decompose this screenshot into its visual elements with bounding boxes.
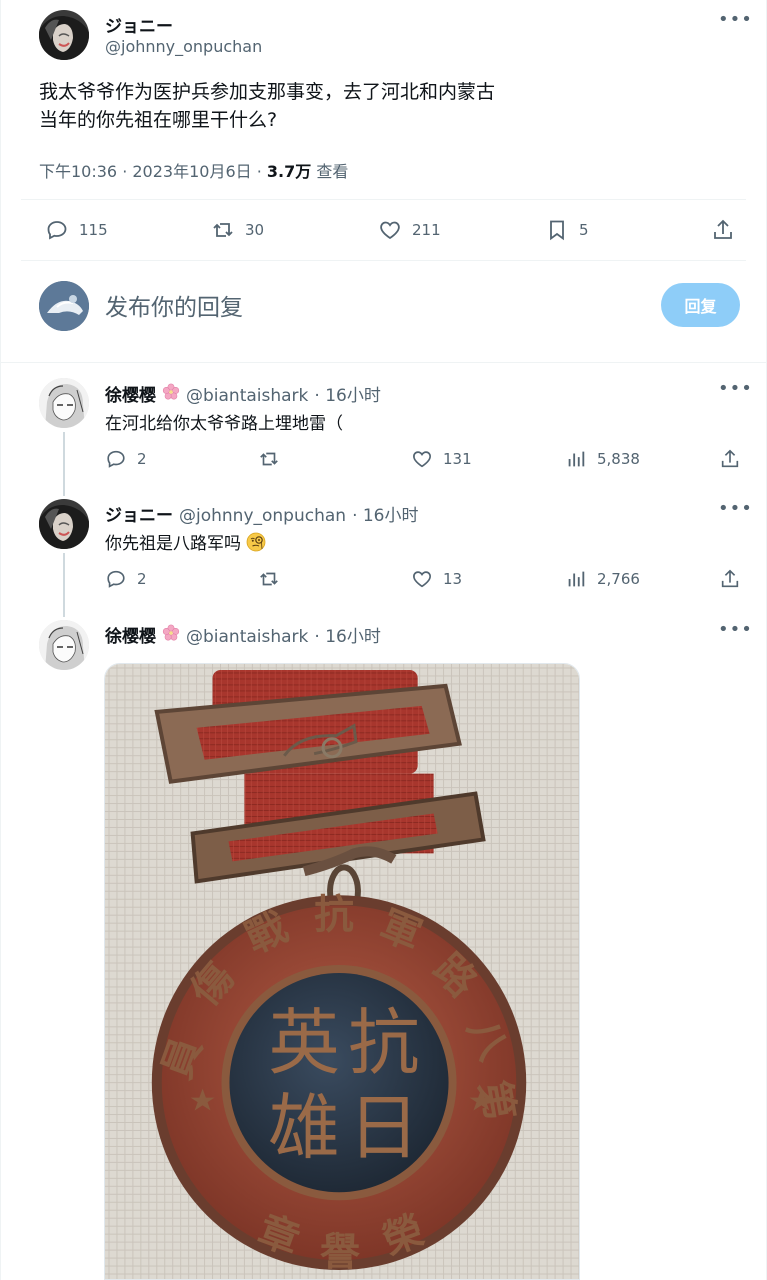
reply-text: 在河北给你太爷爷路上埋地雷（: [105, 414, 343, 434]
bookmark-icon: [550, 220, 564, 241]
reply-avatar[interactable]: [39, 499, 89, 549]
share-icon: [714, 219, 732, 239]
reply-button[interactable]: 回复: [661, 283, 740, 327]
cherry-blossom-icon: [162, 624, 180, 641]
like-count: 131: [443, 450, 472, 468]
heart-icon: [413, 451, 431, 468]
reply-text: 你先祖是八路军吗: [105, 529, 266, 554]
tweet-text-line-1: 我太爷爷作为医护兵参加支那事变，去了河北和内蒙古: [39, 81, 496, 103]
reply-time[interactable]: · 16小时: [352, 501, 418, 526]
reply-count: 2: [137, 450, 147, 468]
reply-media-image[interactable]: 員 傷 戰 抗 軍 路 八 第 章 譽 榮 英 抗 雄 日: [104, 663, 580, 1280]
medal-center-char: 日: [348, 1085, 420, 1169]
reply-avatar[interactable]: [39, 378, 89, 428]
divider: [1, 362, 766, 363]
reply-author-name[interactable]: 徐樱樱: [105, 622, 156, 647]
views-count: 2,766: [597, 570, 640, 588]
heart-icon: [413, 571, 431, 588]
views-count: 5,838: [597, 450, 640, 468]
reply-header: ジョニー @johnny_onpuchan · 16小时: [105, 501, 419, 526]
reply-author-handle[interactable]: @biantaishark: [186, 627, 308, 647]
reply-text-content: 你先祖是八路军吗: [105, 534, 241, 554]
reply-author-name[interactable]: 徐樱樱: [105, 381, 156, 406]
medal-top-char: 抗: [314, 892, 354, 938]
reply-action[interactable]: 2: [105, 448, 147, 470]
medal-center-char: 雄: [268, 1085, 340, 1169]
share-icon: [721, 569, 739, 588]
more-horizontal-icon[interactable]: •••: [718, 500, 752, 523]
like-count: 211: [412, 221, 441, 239]
reply-input[interactable]: 发布你的回复: [105, 288, 243, 322]
more-horizontal-icon[interactable]: •••: [718, 11, 752, 34]
tweet-text-line-2: 当年的你先祖在哪里干什么?: [39, 109, 278, 131]
heart-icon: [380, 221, 400, 240]
reply-count: 2: [137, 570, 147, 588]
retweet-count: 30: [245, 221, 265, 239]
share-action[interactable]: [719, 568, 741, 590]
reply-header: 徐樱樱 @biantaishark · 16小时: [105, 622, 381, 647]
retweet-action[interactable]: 30: [211, 218, 264, 242]
tweet-timestamp[interactable]: 下午10:36 · 2023年10月6日 ·: [39, 162, 267, 181]
cherry-blossom-icon: [162, 383, 180, 400]
reply-author-handle[interactable]: @biantaishark: [186, 386, 308, 406]
share-action[interactable]: [711, 218, 735, 242]
more-horizontal-icon[interactable]: •••: [718, 380, 752, 403]
retweet-icon: [260, 452, 278, 466]
divider: [21, 260, 746, 261]
medal-bottom-char: 譽: [320, 1230, 360, 1276]
divider: [21, 199, 746, 200]
thread-line: [63, 553, 65, 617]
share-icon: [721, 449, 739, 468]
author-name[interactable]: ジョニー: [105, 12, 173, 37]
author-avatar[interactable]: [39, 10, 89, 60]
reply-author-name[interactable]: ジョニー: [105, 501, 173, 526]
bar-chart-icon: [568, 571, 585, 587]
reply-header: 徐樱樱 @biantaishark · 16小时: [105, 381, 381, 406]
views-action[interactable]: 2,766: [565, 568, 640, 590]
more-horizontal-icon[interactable]: •••: [718, 621, 752, 644]
reply-count: 115: [79, 221, 108, 239]
reply-icon: [47, 221, 67, 240]
user-avatar[interactable]: [39, 281, 89, 331]
views-label: 查看: [316, 162, 349, 181]
views-action[interactable]: 5,838: [565, 448, 640, 470]
like-count: 13: [443, 570, 463, 588]
retweet-action[interactable]: [258, 448, 290, 470]
retweet-action[interactable]: [258, 568, 290, 590]
medal-center-char: 抗: [348, 1001, 420, 1085]
reply-icon: [107, 450, 125, 468]
thread-line: [63, 432, 65, 496]
reply-icon: [107, 570, 125, 588]
reply-avatar[interactable]: [39, 620, 89, 670]
reply-action[interactable]: 2: [105, 568, 147, 590]
like-action[interactable]: 13: [411, 568, 462, 590]
tweet-meta: 下午10:36 · 2023年10月6日 · 3.7万 查看: [39, 158, 348, 182]
retweet-icon: [213, 223, 233, 237]
medal-center-char: 英: [268, 1001, 340, 1085]
medal-top-char: 第: [470, 1077, 522, 1124]
share-action[interactable]: [719, 448, 741, 470]
views-count: 3.7万: [266, 162, 312, 181]
reply-action[interactable]: 115: [45, 218, 108, 242]
tweet-detail-page: ジョニー @johnny_onpuchan ••• 我太爷爷作为医护兵参加支那事…: [0, 0, 767, 1280]
bookmark-action[interactable]: 5: [545, 218, 589, 242]
bookmark-count: 5: [579, 221, 589, 239]
bar-chart-icon: [568, 451, 585, 467]
reply-author-handle[interactable]: @johnny_onpuchan: [179, 506, 346, 526]
face-with-monocle-icon: [247, 532, 266, 552]
retweet-icon: [260, 572, 278, 586]
like-action[interactable]: 211: [378, 218, 441, 242]
reply-time[interactable]: · 16小时: [314, 381, 380, 406]
reply-time[interactable]: · 16小时: [314, 622, 380, 647]
author-handle[interactable]: @johnny_onpuchan: [105, 37, 262, 56]
like-action[interactable]: 131: [411, 448, 472, 470]
